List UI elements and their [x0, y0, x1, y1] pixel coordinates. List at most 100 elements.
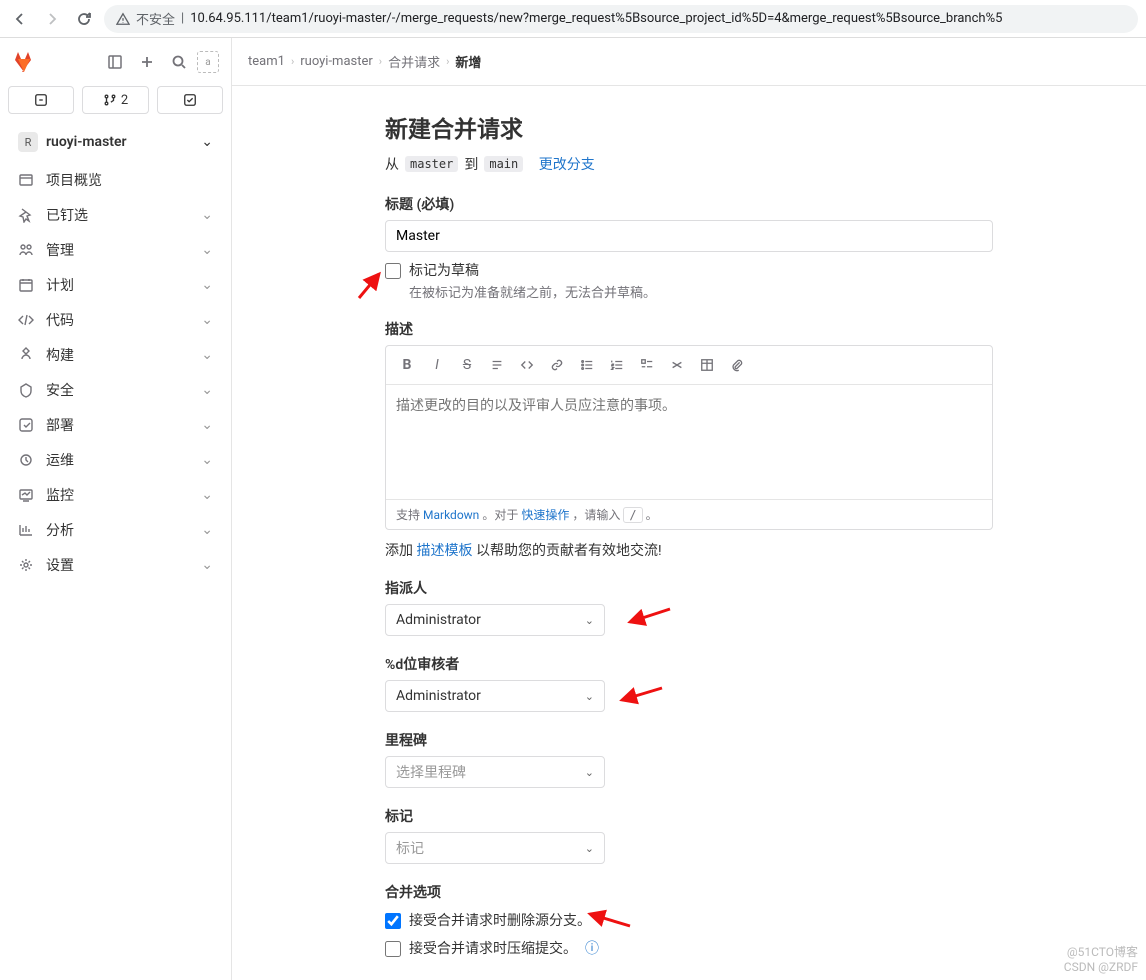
reviewer-select[interactable]: Administrator⌄ [385, 680, 605, 712]
forward-icon[interactable] [40, 7, 64, 31]
delete-branch-checkbox[interactable] [385, 913, 401, 929]
nav-icon [18, 312, 34, 328]
sidebar-item-11[interactable]: 设置 ⌄ [6, 548, 225, 582]
sidebar-item-6[interactable]: 安全 ⌄ [6, 373, 225, 407]
todo-pill[interactable] [157, 86, 223, 114]
chevron-down-icon: ⌄ [201, 277, 213, 293]
sidebar-item-label: 设置 [46, 555, 189, 575]
nav-icon [18, 172, 34, 188]
sidebar-item-label: 构建 [46, 345, 189, 365]
draft-checkbox[interactable] [385, 263, 401, 279]
milestone-select[interactable]: 选择里程碑⌄ [385, 756, 605, 788]
sidebar-item-2[interactable]: 管理 ⌄ [6, 233, 225, 267]
help-icon[interactable]: ⓘ [585, 938, 599, 958]
sidebar-item-7[interactable]: 部署 ⌄ [6, 408, 225, 442]
task-icon[interactable] [634, 352, 660, 378]
labels-label: 标记 [385, 806, 993, 826]
chevron-down-icon: ⌄ [201, 347, 213, 363]
assignee-select[interactable]: Administrator⌄ [385, 604, 605, 636]
nav-icon [18, 522, 34, 538]
sidebar-item-label: 已钉选 [46, 205, 189, 225]
chevron-down-icon: ⌄ [201, 452, 213, 468]
crumb-mr[interactable]: 合并请求 [388, 52, 440, 71]
sidebar-item-4[interactable]: 代码 ⌄ [6, 303, 225, 337]
squash-checkbox[interactable] [385, 941, 401, 957]
browser-toolbar: 不安全 | 10.64.95.111/team1/ruoyi-master/-/… [0, 0, 1146, 38]
ul-icon[interactable] [574, 352, 600, 378]
change-branch-link[interactable]: 更改分支 [539, 154, 595, 174]
project-badge: R [18, 132, 38, 152]
sidebar-item-5[interactable]: 构建 ⌄ [6, 338, 225, 372]
sidebar-item-label: 代码 [46, 310, 189, 330]
italic-icon[interactable]: I [424, 352, 450, 378]
chevron-down-icon: ⌄ [201, 417, 213, 433]
source-branch: master [405, 156, 458, 172]
address-bar[interactable]: 不安全 | 10.64.95.111/team1/ruoyi-master/-/… [104, 5, 1138, 33]
breadcrumb: team1› ruoyi-master› 合并请求› 新增 [232, 38, 1146, 86]
milestone-label: 里程碑 [385, 730, 993, 750]
chevron-down-icon: ⌄ [201, 312, 213, 328]
mr-pill[interactable]: 2 [82, 86, 148, 114]
chevron-down-icon: ⌄ [585, 766, 594, 779]
ol-icon[interactable] [604, 352, 630, 378]
search-icon[interactable] [165, 48, 193, 76]
crumb-project[interactable]: ruoyi-master [300, 54, 373, 69]
sidebar-item-1[interactable]: 已钉选 ⌄ [6, 198, 225, 232]
chevron-down-icon: ⌄ [201, 557, 213, 573]
chevron-down-icon: ⌄ [201, 522, 213, 538]
sidebar-item-9[interactable]: 监控 ⌄ [6, 478, 225, 512]
chevron-down-icon: ⌄ [585, 614, 594, 627]
desc-label: 描述 [385, 319, 993, 339]
insecure-label: 不安全 [136, 9, 175, 28]
dock-icon[interactable] [101, 48, 129, 76]
editor-footer: 支持 Markdown 。对于 快速操作 ，请输入 / 。 [386, 499, 992, 529]
url-text: 10.64.95.111/team1/ruoyi-master/-/merge_… [190, 11, 1002, 26]
description-textarea[interactable] [386, 385, 992, 495]
link-icon[interactable] [544, 352, 570, 378]
quickactions-link[interactable]: 快速操作 [521, 506, 569, 523]
quote-icon[interactable] [484, 352, 510, 378]
sidebar-item-label: 项目概览 [46, 170, 213, 190]
nav-icon [18, 487, 34, 503]
nav-icon [18, 347, 34, 363]
nav-icon [18, 452, 34, 468]
issues-pill[interactable] [8, 86, 74, 114]
annotation-arrow-icon [625, 604, 675, 638]
title-input[interactable] [385, 220, 993, 252]
chevron-down-icon: ⌄ [201, 207, 213, 223]
warning-icon [116, 12, 130, 26]
nav-icon [18, 242, 34, 258]
sidebar-item-10[interactable]: 分析 ⌄ [6, 513, 225, 547]
table-icon[interactable] [694, 352, 720, 378]
sidebar-item-8[interactable]: 运维 ⌄ [6, 443, 225, 477]
template-link[interactable]: 描述模板 [416, 543, 472, 559]
sidebar-item-0[interactable]: 项目概览 [6, 163, 225, 197]
labels-select[interactable]: 标记⌄ [385, 832, 605, 864]
sidebar-item-3[interactable]: 计划 ⌄ [6, 268, 225, 302]
chevron-down-icon: ⌄ [201, 487, 213, 503]
plus-icon[interactable] [133, 48, 161, 76]
strike-icon[interactable]: S [454, 352, 480, 378]
sidebar-item-label: 部署 [46, 415, 189, 435]
bold-icon[interactable]: B [394, 352, 420, 378]
sidebar-item-label: 安全 [46, 380, 189, 400]
sidebar-item-label: 计划 [46, 275, 189, 295]
code-icon[interactable] [514, 352, 540, 378]
back-icon[interactable] [8, 7, 32, 31]
template-hint: 添加 描述模板 以帮助您的贡献者有效地交流! [385, 540, 993, 560]
project-name: ruoyi-master [46, 134, 193, 150]
branch-subline: 从 master 到 main 更改分支 [385, 154, 993, 174]
draft-label: 标记为草稿 [409, 260, 656, 280]
gitlab-logo-icon[interactable] [12, 50, 36, 74]
reload-icon[interactable] [72, 7, 96, 31]
avatar[interactable]: a [197, 51, 219, 73]
markdown-link[interactable]: Markdown [423, 508, 479, 522]
description-editor: B I S 支持 Markdown 。对于 [385, 345, 993, 530]
page-title: 新建合并请求 [385, 110, 993, 144]
annotation-arrow-icon [585, 906, 635, 940]
project-switcher[interactable]: R ruoyi-master ⌄ [8, 126, 223, 158]
crumb-group[interactable]: team1 [248, 54, 285, 69]
attach-icon[interactable] [724, 352, 750, 378]
collapse-icon[interactable] [664, 352, 690, 378]
chevron-down-icon: ⌄ [585, 690, 594, 703]
